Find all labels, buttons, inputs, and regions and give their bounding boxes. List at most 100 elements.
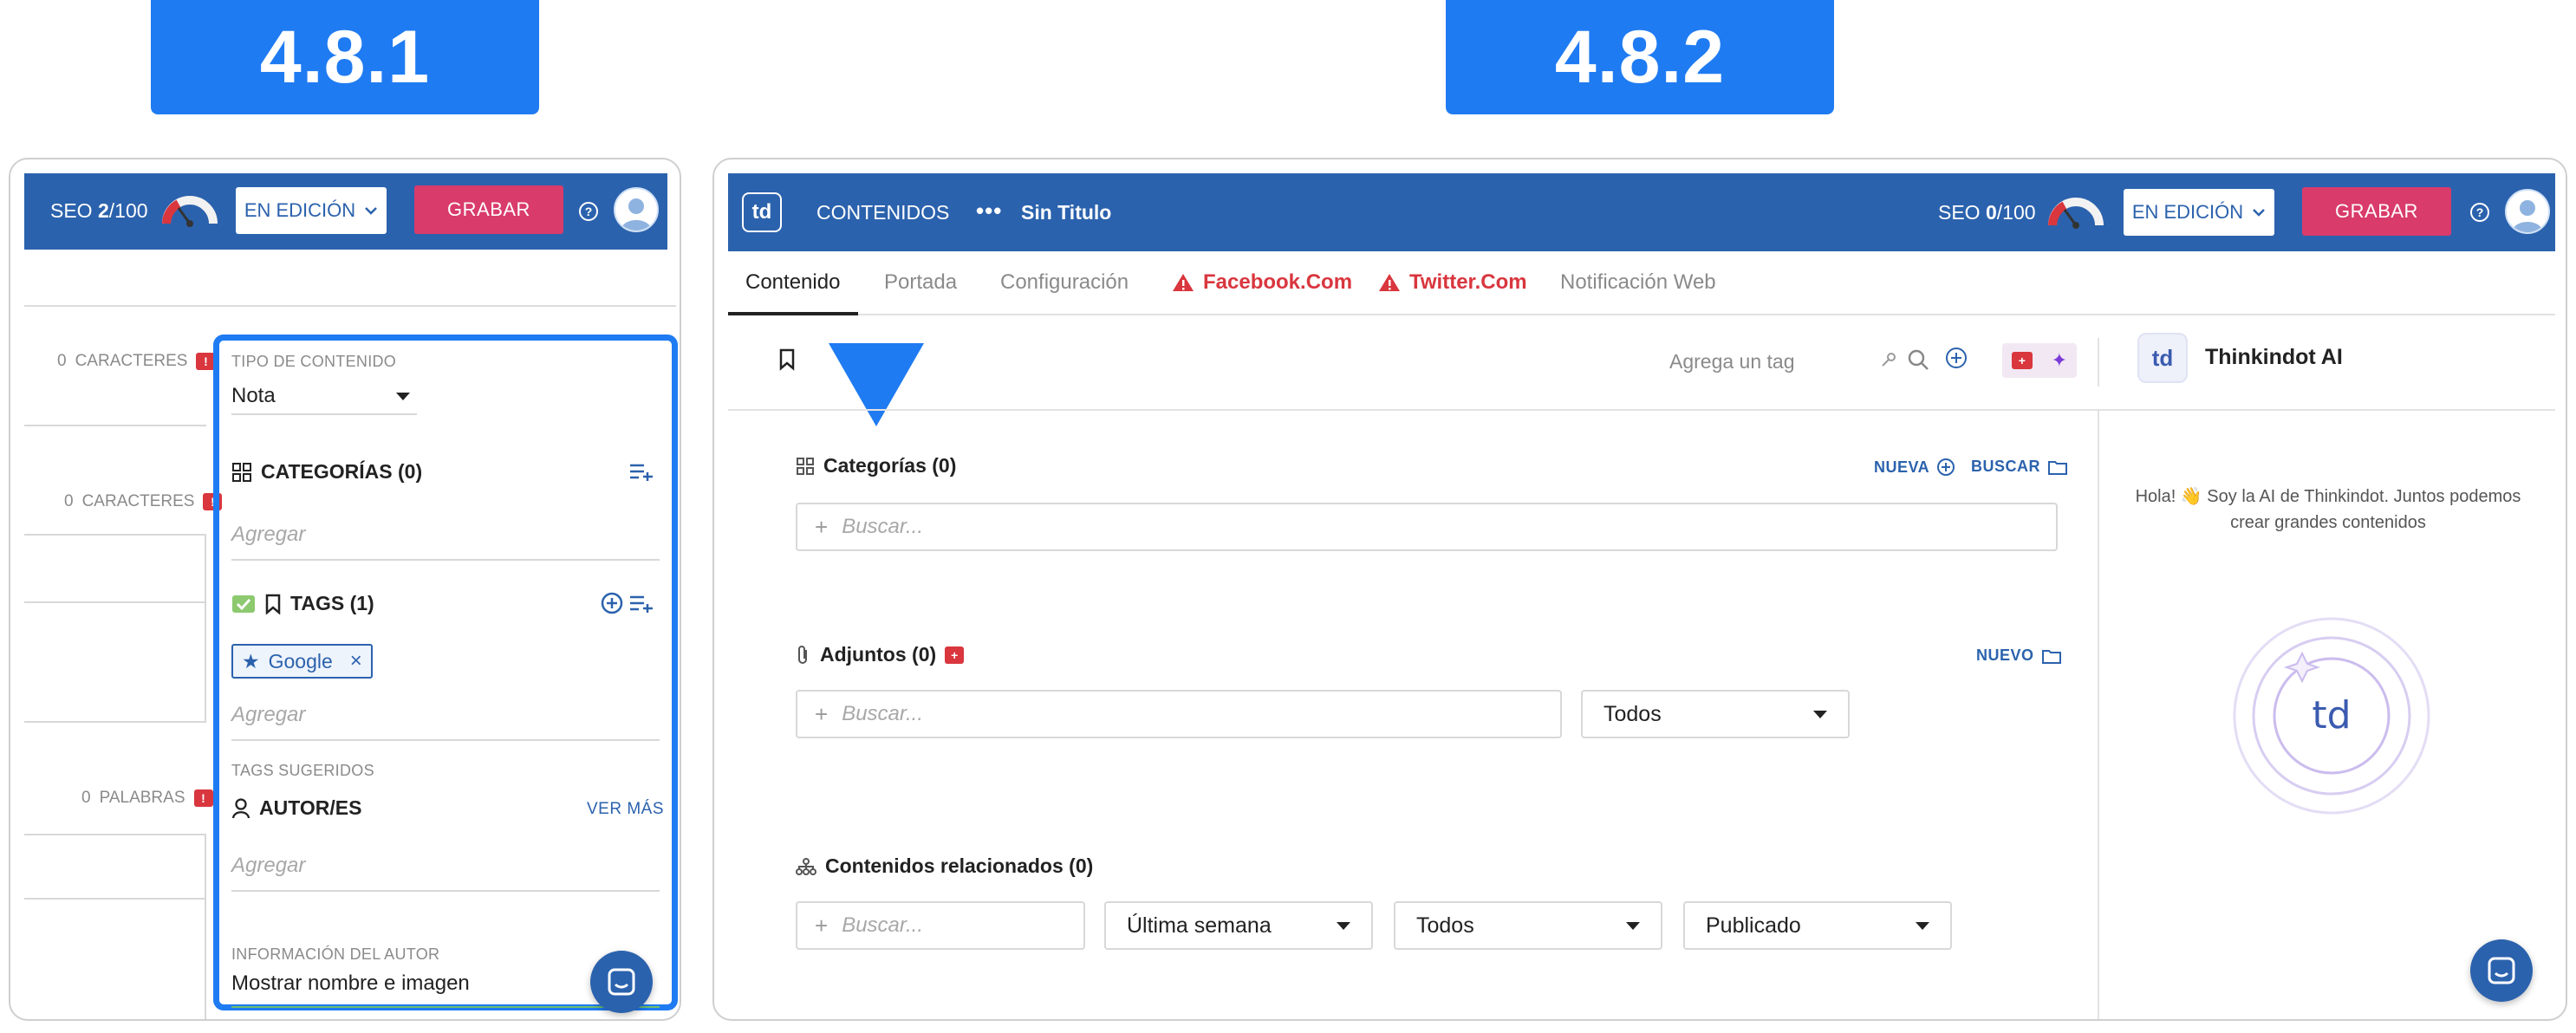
attachments-filter-select[interactable]: Todos — [1581, 690, 1850, 738]
tab-cover[interactable]: Portada — [884, 270, 957, 295]
attachments-search-input[interactable]: + Buscar... — [796, 690, 1562, 738]
author-info-value[interactable]: Mostrar nombre e imagen — [231, 971, 470, 996]
content-type-select[interactable]: Nota — [231, 379, 417, 415]
status-label: EN EDICIÓN — [244, 199, 356, 221]
ai-orbit-icon: td — [2233, 617, 2430, 815]
chat-icon — [2488, 957, 2515, 984]
right-header: td CONTENIDOS ••• Sin Titulo SEO 0/100 E… — [728, 173, 2555, 251]
highlighted-sidebar: TIPO DE CONTENIDO Nota CATEGORÍAS (0) Ag… — [213, 335, 678, 1013]
see-more-link[interactable]: VER MÁS — [587, 800, 664, 819]
authors-title: AUTOR/ES — [231, 796, 361, 820]
version-badge-left: 4.8.1 — [151, 0, 539, 114]
type-select[interactable]: Todos — [1394, 901, 1662, 950]
chat-button[interactable] — [590, 951, 653, 1013]
save-button[interactable]: GRABAR — [2302, 187, 2451, 236]
period-select[interactable]: Última semana — [1104, 901, 1373, 950]
active-tab-indicator — [728, 312, 858, 315]
flag-icon: + — [2011, 352, 2033, 369]
save-button[interactable]: GRABAR — [414, 185, 563, 234]
user-icon — [231, 797, 250, 818]
version-badge-right: 4.8.2 — [1446, 0, 1834, 114]
categories-input[interactable]: Agregar — [231, 523, 305, 547]
status-dropdown[interactable]: EN EDICIÓN — [236, 187, 387, 234]
caret-down-icon — [396, 392, 410, 400]
tags-underline — [231, 739, 660, 741]
bookmark-icon — [265, 594, 281, 614]
tab-content[interactable]: Contenido — [745, 270, 840, 295]
left-header: SEO 2/100 EN EDICIÓN GRABAR ? — [24, 173, 667, 250]
tags-title: TAGS (1) — [231, 592, 374, 615]
left-panel: SEO 2/100 EN EDICIÓN GRABAR ? 0 CARACTERE… — [9, 158, 681, 1021]
close-icon[interactable]: × — [350, 649, 362, 673]
attachments-filter-value: Todos — [1603, 701, 1662, 726]
warning-icon — [1173, 274, 1194, 291]
ai-greeting: Hola! 👋 Soy la AI de Thinkindot. Juntos … — [2135, 487, 2521, 532]
counter-row: 0 CARACTERES ! — [57, 352, 216, 371]
status-label: EN EDICIÓN — [2131, 201, 2244, 223]
content-type-value: Nota — [231, 384, 276, 407]
more-menu-icon[interactable]: ••• — [976, 198, 1002, 224]
add-list-icon[interactable] — [628, 462, 654, 481]
tags-input[interactable]: Agregar — [231, 703, 305, 727]
bookmark-icon[interactable] — [778, 348, 796, 371]
caret-down-icon — [1337, 921, 1350, 930]
search-icon[interactable] — [1907, 348, 1929, 371]
grid-icon — [797, 457, 814, 475]
chat-button[interactable] — [2470, 939, 2533, 1002]
help-icon[interactable]: ? — [2470, 203, 2489, 222]
new-attachment-button[interactable]: NUEVO — [1976, 646, 2062, 665]
tab-settings[interactable]: Configuración — [1000, 270, 1129, 295]
add-circle-icon[interactable] — [1945, 347, 1968, 369]
related-search-input[interactable]: + Buscar... — [796, 901, 1085, 950]
state-value: Publicado — [1706, 913, 1801, 938]
content-type-label: TIPO DE CONTENIDO — [231, 353, 397, 370]
add-list-icon[interactable] — [628, 594, 654, 613]
divider — [24, 305, 676, 307]
grid-icon — [232, 462, 251, 482]
add-circle-icon[interactable] — [601, 592, 623, 614]
right-panel: td CONTENIDOS ••• Sin Titulo SEO 0/100 E… — [712, 158, 2567, 1021]
state-select[interactable]: Publicado — [1683, 901, 1952, 950]
type-value: Todos — [1416, 913, 1474, 938]
tab-twitter[interactable]: Twitter.Com — [1378, 270, 1527, 295]
field-box — [24, 900, 206, 1019]
avatar[interactable] — [614, 187, 659, 232]
plus-icon: + — [815, 912, 829, 939]
plus-icon: + — [815, 700, 829, 727]
authors-input[interactable]: Agregar — [231, 854, 305, 878]
categories-search-input[interactable]: + Buscar... — [796, 503, 2058, 551]
field-line — [24, 425, 206, 426]
hierarchy-icon — [796, 857, 816, 875]
avatar[interactable] — [2505, 189, 2550, 234]
caret-down-icon — [1626, 921, 1640, 930]
status-dropdown[interactable]: EN EDICIÓN — [2124, 189, 2274, 236]
related-placeholder: Buscar... — [842, 913, 923, 937]
document-title[interactable]: Sin Titulo — [1021, 201, 1111, 224]
tab-facebook[interactable]: Facebook.Com — [1172, 270, 1352, 295]
flag-icon: + — [945, 646, 965, 664]
seo-gauge-icon — [162, 196, 218, 227]
pointer-triangle — [829, 343, 924, 426]
app-logo[interactable]: td — [742, 192, 782, 232]
categories-title: CATEGORÍAS (0) — [231, 460, 422, 484]
counter-row: 0 CARACTERES ! — [64, 492, 223, 511]
star-icon: ★ — [242, 649, 260, 672]
tag-chip-label: Google — [268, 649, 333, 672]
ai-panel-divider — [2098, 409, 2099, 1019]
seo-score: SEO 0/100 — [1938, 201, 2036, 224]
tab-web-notification[interactable]: Notificación Web — [1560, 270, 1716, 295]
tag-chip[interactable]: ★ Google × — [231, 644, 373, 679]
folder-icon — [2048, 460, 2068, 475]
tag-input[interactable]: Agrega un tag — [1669, 350, 1795, 374]
magic-pin-icon[interactable] — [1877, 350, 1898, 371]
new-category-button[interactable]: NUEVA — [1874, 458, 1955, 477]
menu-contents[interactable]: CONTENIDOS — [816, 201, 949, 224]
help-icon[interactable]: ? — [579, 202, 598, 221]
attachments-placeholder: Buscar... — [842, 702, 923, 725]
suggested-tags-label: TAGS SUGERIDOS — [231, 762, 374, 779]
ai-tools-group[interactable]: + ✦ — [2002, 343, 2077, 378]
caret-down-icon — [1813, 710, 1827, 718]
seo-gauge-icon — [2048, 198, 2104, 229]
search-category-button[interactable]: BUSCAR — [1971, 458, 2068, 476]
user-icon — [621, 198, 652, 231]
